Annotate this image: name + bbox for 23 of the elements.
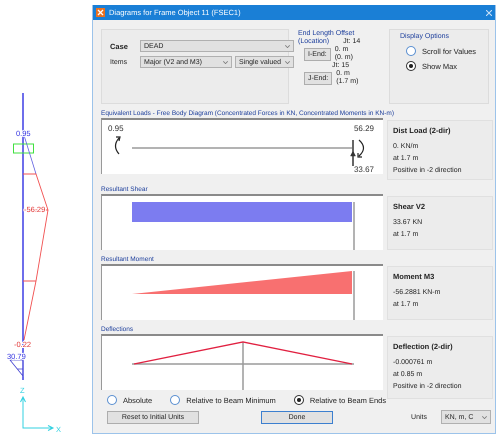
value-label: 56.29 — [354, 124, 374, 133]
value-label: 0.95 — [108, 124, 124, 133]
shear-diagram — [10, 360, 24, 376]
center-line — [242, 342, 244, 390]
value-label: 33.67 — [354, 165, 374, 174]
moment-arrow-icon — [357, 139, 364, 158]
radio-button[interactable] — [294, 395, 304, 405]
close-icon[interactable] — [486, 10, 492, 16]
radio-button[interactable] — [170, 395, 180, 405]
caret-icon — [482, 416, 487, 418]
radio-button[interactable] — [107, 395, 117, 405]
axes-icon — [20, 396, 54, 431]
caret-icon — [285, 44, 290, 48]
radio-button[interactable] — [406, 61, 416, 71]
app-icon — [96, 8, 105, 17]
moment-arrow-icon — [114, 136, 121, 155]
caret-icon — [285, 60, 290, 64]
end-line — [353, 202, 355, 250]
end-line — [353, 271, 355, 320]
force-arrow-icon — [350, 140, 356, 166]
section-marker — [13, 144, 34, 154]
caret-icon — [223, 60, 228, 64]
radio-button[interactable] — [406, 46, 416, 56]
